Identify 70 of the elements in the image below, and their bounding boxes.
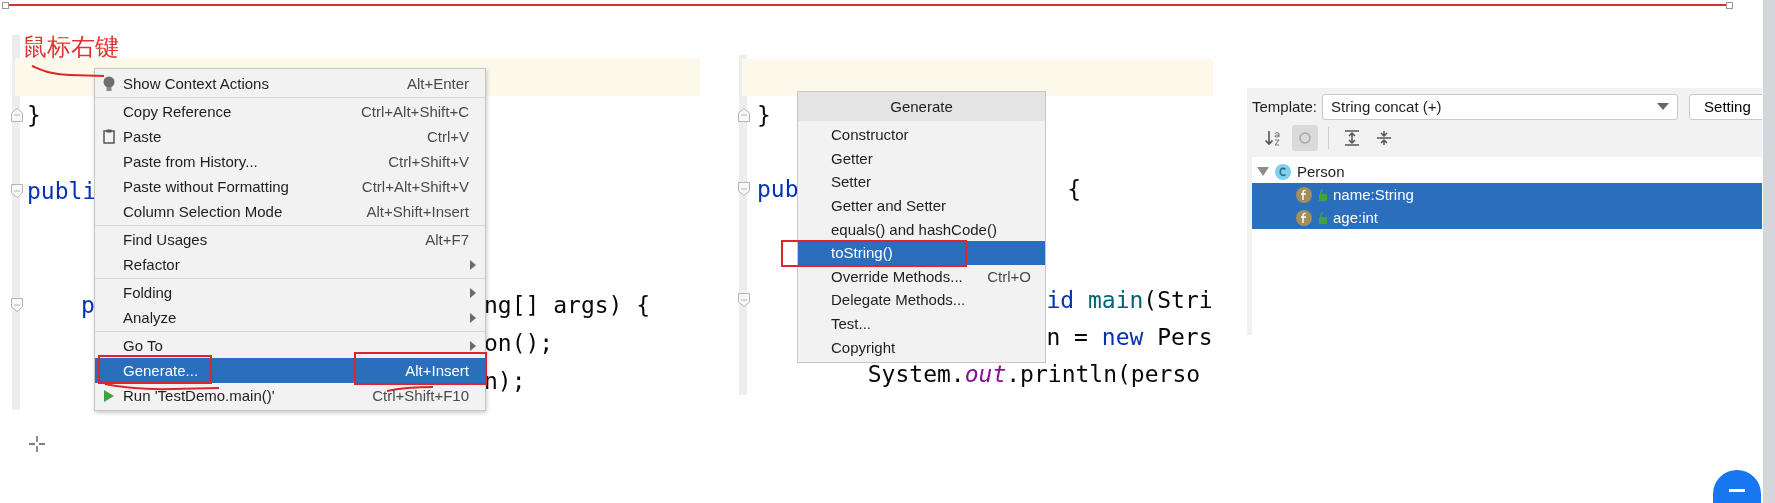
float-button[interactable]	[1713, 470, 1761, 503]
menu-item[interactable]: Go To	[95, 333, 485, 358]
menu-item[interactable]: Paste Ctrl+V	[95, 124, 485, 149]
light-bulb-icon	[103, 75, 115, 92]
menu-item[interactable]: Delegate Methods...	[798, 288, 1045, 312]
run-icon	[103, 388, 115, 403]
menu-item[interactable]: Setter	[798, 170, 1045, 194]
menu-item[interactable]: Analyze	[95, 305, 485, 330]
class-icon	[1274, 162, 1292, 181]
template-dropdown[interactable]: String concat (+)	[1322, 93, 1679, 120]
submenu-arrow-icon	[469, 259, 477, 270]
menu-item[interactable]: Copyright	[798, 335, 1045, 359]
circle-icon	[1296, 129, 1314, 147]
code-line: on();	[483, 330, 554, 356]
fold-marker-icon[interactable]	[737, 291, 751, 308]
menu-item[interactable]: Show Context Actions Alt+Enter	[95, 71, 485, 96]
settings-button[interactable]: Setting	[1689, 93, 1762, 120]
code-line: }	[757, 101, 771, 128]
menu-item[interactable]: equals() and hashCode()	[798, 217, 1045, 241]
tree-item[interactable]: age:int	[1252, 206, 1762, 229]
lock-icon	[1318, 211, 1328, 224]
code-line: ng[] args) {	[483, 292, 651, 318]
sort-alphabetically-icon	[1264, 129, 1282, 147]
menu-item[interactable]: Getter	[798, 146, 1045, 171]
menu-item[interactable]: Paste without Formatting Ctrl+Alt+Shift+V	[95, 174, 485, 199]
dropdown-arrow-icon	[1657, 102, 1670, 111]
menu-item[interactable]: Override Methods... Ctrl+O	[798, 264, 1045, 289]
fold-marker-icon[interactable]	[737, 106, 751, 123]
submenu-arrow-icon	[469, 340, 477, 351]
menu-item[interactable]: Getter and Setter	[798, 193, 1045, 218]
menu-item[interactable]: Constructor	[798, 123, 1045, 147]
menu-item[interactable]: Test...	[798, 311, 1045, 336]
submenu-arrow-icon	[469, 287, 477, 298]
scrollbar[interactable]	[1763, 0, 1775, 503]
crosshair-cursor-icon	[29, 436, 45, 452]
collapse-all-icon	[1375, 129, 1393, 147]
menu-item[interactable]: Column Selection Mode Alt+Shift+Insert	[95, 199, 485, 224]
expand-arrow-icon[interactable]	[1257, 166, 1269, 177]
code-line: {	[1067, 175, 1082, 202]
fold-marker-icon[interactable]	[10, 107, 24, 123]
code-line: System.out.println(perso	[867, 360, 1201, 387]
code-line: }	[27, 102, 41, 128]
menu-item[interactable]: Copy Reference Ctrl+Alt+Shift+C	[95, 99, 485, 124]
code-line: p	[81, 292, 95, 318]
template-label: Template:	[1252, 98, 1318, 115]
submenu-arrow-icon	[469, 312, 477, 323]
annotation-text: 鼠标右键	[23, 32, 119, 62]
fold-marker-icon[interactable]	[737, 180, 751, 197]
popup-title: Generate	[798, 92, 1045, 121]
menu-item[interactable]: Generate... Alt+Insert	[95, 358, 485, 383]
fold-marker-icon[interactable]	[10, 183, 24, 199]
expand-all-icon	[1343, 129, 1361, 147]
tree-item[interactable]: Person	[1252, 160, 1762, 183]
code-line: publi	[27, 178, 97, 204]
field-icon	[1295, 185, 1313, 204]
tree-item[interactable]: name:String	[1252, 183, 1762, 206]
code-line: pub	[757, 175, 799, 202]
menu-item[interactable]: Folding	[95, 280, 485, 305]
code-line: id main(Stri	[1046, 286, 1213, 313]
field-icon	[1295, 208, 1313, 227]
menu-item[interactable]: toString()	[798, 240, 1045, 265]
minus-icon	[1729, 489, 1745, 492]
code-line: n = new Pers	[1046, 323, 1213, 350]
menu-item[interactable]: Paste from History... Ctrl+Shift+V	[95, 149, 485, 174]
fold-marker-icon[interactable]	[10, 297, 24, 313]
menu-item[interactable]: Run 'TestDemo.main()' Ctrl+Shift+F10	[95, 383, 485, 408]
lock-icon	[1318, 188, 1328, 201]
menu-item[interactable]: Find Usages Alt+F7	[95, 227, 485, 252]
clipboard-icon	[103, 129, 115, 144]
menu-item[interactable]: Refactor	[95, 252, 485, 277]
